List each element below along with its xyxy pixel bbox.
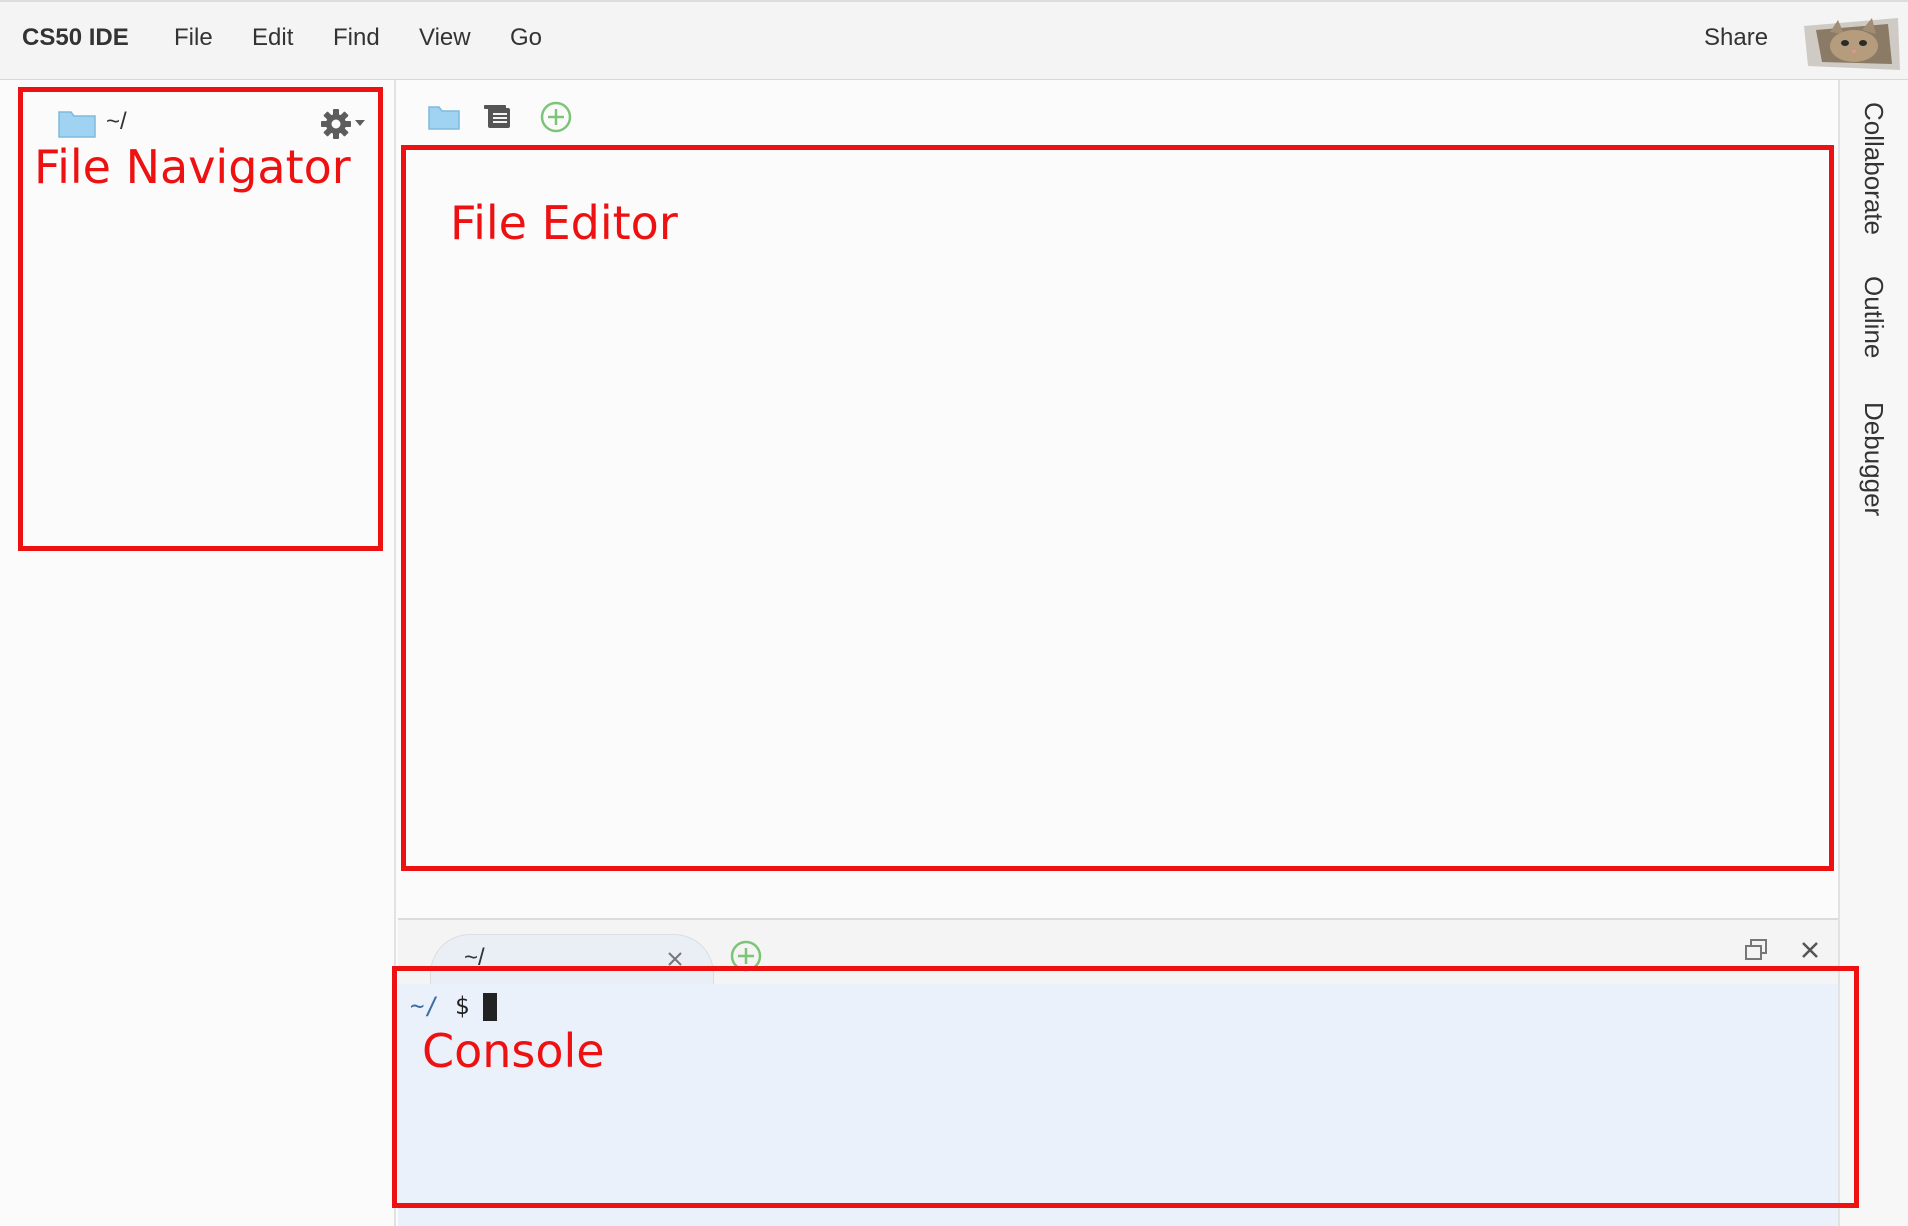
restore-window-icon[interactable] <box>1744 938 1768 962</box>
tab-outline[interactable]: Outline <box>1858 276 1889 358</box>
folder-icon[interactable] <box>428 104 460 130</box>
file-navigator-annotation-label: File Navigator <box>34 140 351 194</box>
tab-debugger[interactable]: Debugger <box>1858 402 1889 516</box>
add-icon[interactable] <box>540 101 572 133</box>
app-title[interactable]: CS50 IDE <box>22 24 129 52</box>
file-editor-annotation-label: File Editor <box>450 196 678 250</box>
file-editor-annotation-box <box>401 145 1834 871</box>
outline-icon[interactable] <box>482 104 512 130</box>
menu-go[interactable]: Go <box>510 24 542 52</box>
avatar[interactable] <box>1800 12 1902 74</box>
tab-collaborate[interactable]: Collaborate <box>1858 102 1889 235</box>
console-annotation-box <box>392 966 1859 1208</box>
menu-find[interactable]: Find <box>333 24 380 52</box>
menu-edit[interactable]: Edit <box>252 24 293 52</box>
close-icon[interactable] <box>1800 940 1820 960</box>
menu-file[interactable]: File <box>174 24 213 52</box>
share-button[interactable]: Share <box>1704 24 1768 52</box>
console-annotation-label: Console <box>422 1024 605 1078</box>
menu-view[interactable]: View <box>419 24 471 52</box>
